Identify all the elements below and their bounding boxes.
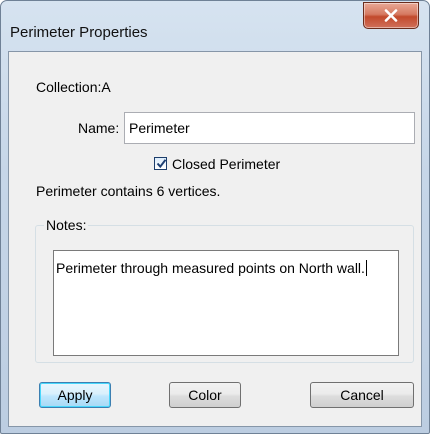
notes-text: Perimeter through measured points on Nor… [56, 260, 365, 276]
collection-row: Collection:A [36, 79, 111, 95]
collection-value: A [101, 79, 111, 95]
close-icon [384, 9, 398, 22]
closed-perimeter-label[interactable]: Closed Perimeter [172, 156, 280, 172]
notes-textarea[interactable]: Perimeter through measured points on Nor… [53, 250, 399, 356]
window-title: Perimeter Properties [10, 24, 148, 41]
closed-perimeter-checkbox[interactable] [154, 157, 167, 170]
text-caret [365, 260, 367, 276]
checkmark-icon [156, 159, 167, 169]
collection-label: Collection: [36, 79, 102, 95]
cancel-button[interactable]: Cancel [310, 382, 414, 408]
color-button[interactable]: Color [169, 382, 241, 408]
dialog-body: Collection:A Name: Perimeter Closed Peri… [8, 51, 422, 427]
notes-group: Notes: Perimeter through measured points… [35, 217, 414, 363]
vertices-count-text: Perimeter contains 6 vertices. [36, 183, 221, 199]
apply-button[interactable]: Apply [39, 382, 111, 408]
name-label: Name: [78, 120, 120, 136]
title-bar[interactable]: Perimeter Properties [1, 1, 429, 40]
notes-legend: Notes: [44, 217, 89, 233]
close-button[interactable] [363, 2, 419, 29]
dialog-window: Perimeter Properties Collection:A Name: … [0, 0, 430, 434]
name-input[interactable]: Perimeter [124, 112, 415, 144]
